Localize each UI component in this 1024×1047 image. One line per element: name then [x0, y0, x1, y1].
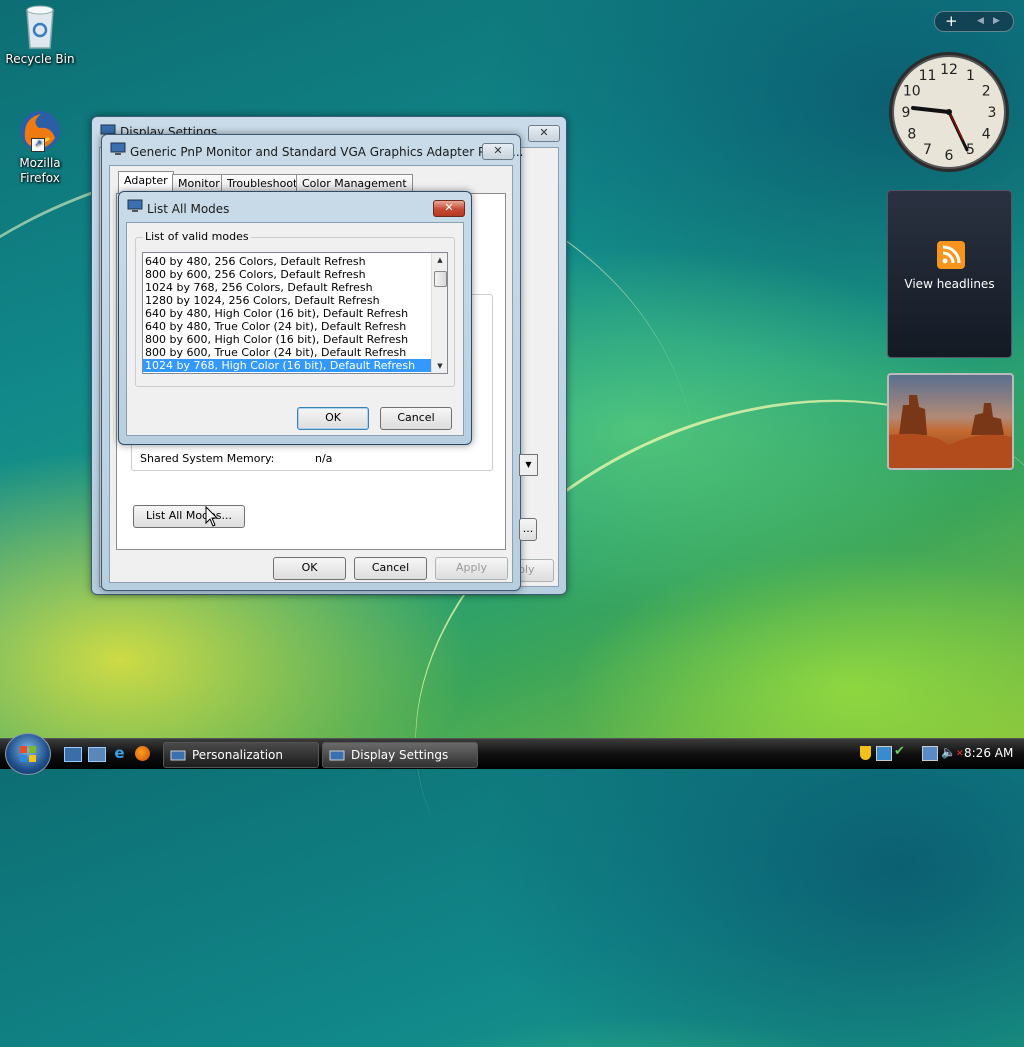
close-button[interactable]: ✕: [482, 143, 514, 160]
clock-number: 7: [923, 142, 932, 158]
ok-button[interactable]: OK: [273, 557, 346, 580]
quick-launch-switch-windows-icon[interactable]: [88, 747, 106, 762]
list-item[interactable]: 1024 by 768, High Color (16 bit), Defaul…: [143, 359, 431, 372]
dialog-client: List of valid modes 640 by 480, 256 Colo…: [126, 222, 464, 436]
personalization-icon: [170, 748, 186, 762]
feed-headlines-gadget[interactable]: View headlines: [887, 190, 1012, 358]
scroll-up-icon[interactable]: ▲: [432, 253, 447, 267]
clock-number: 8: [907, 127, 916, 143]
recycle-bin-icon: [23, 4, 57, 50]
task-label: Personalization: [192, 748, 283, 762]
list-item[interactable]: 800 by 600, High Color (16 bit), Default…: [143, 333, 431, 346]
dialog-title: List All Modes: [147, 202, 230, 216]
task-label: Display Settings: [351, 748, 449, 762]
clock-number: 6: [945, 148, 954, 164]
ok-button[interactable]: OK: [297, 407, 369, 430]
tray-security-icon[interactable]: [860, 746, 871, 760]
list-item[interactable]: 640 by 480, High Color (16 bit), Default…: [143, 307, 431, 320]
quick-launch-firefox-icon[interactable]: [135, 746, 150, 761]
tab-adapter[interactable]: Adapter: [118, 171, 174, 193]
tray-network-icon[interactable]: [876, 746, 892, 761]
shortcut-arrow-icon: ↗: [31, 138, 45, 152]
tray-display-icon[interactable]: [922, 746, 938, 761]
list-item[interactable]: 1024 by 768, 256 Colors, Default Refresh: [143, 281, 431, 294]
quick-launch-show-desktop-icon[interactable]: [64, 747, 82, 762]
previous-icon[interactable]: ◀: [977, 12, 984, 31]
advanced-settings-button[interactable]: ...: [519, 518, 537, 541]
add-gadget-icon[interactable]: +: [945, 12, 958, 30]
next-icon[interactable]: ▶: [993, 12, 1000, 31]
firefox-icon: ↗: [17, 108, 63, 154]
scroll-down-icon[interactable]: ▼: [432, 359, 447, 373]
shared-memory-value: n/a: [315, 452, 333, 465]
apply-button[interactable]: Apply: [435, 557, 508, 580]
task-display-settings[interactable]: Display Settings: [322, 742, 478, 768]
shared-memory-label: Shared System Memory:: [140, 452, 275, 465]
list-item[interactable]: 800 by 600, True Color (24 bit), Default…: [143, 346, 431, 359]
cancel-button[interactable]: Cancel: [380, 407, 452, 430]
modes-list[interactable]: 640 by 480, 256 Colors, Default Refresh 8…: [142, 252, 448, 374]
taskbar: e Personalization Display Settings ✔ 🔈✕ …: [0, 733, 1024, 775]
desktop-icon-label: Recycle Bin: [5, 52, 75, 66]
list-item[interactable]: 640 by 480, True Color (24 bit), Default…: [143, 320, 431, 333]
clock-number: 2: [982, 84, 991, 100]
clock-number: 1: [966, 68, 975, 84]
clock-number: 9: [902, 105, 911, 121]
close-button[interactable]: ✕: [528, 125, 560, 142]
desktop-icon-recycle-bin[interactable]: Recycle Bin: [0, 4, 80, 67]
tray-checkmark-icon[interactable]: ✔: [894, 744, 905, 759]
list-item[interactable]: 800 by 600, 256 Colors, Default Refresh: [143, 268, 431, 281]
clock-face: 12 1234567891011: [889, 52, 1009, 172]
list-item[interactable]: 640 by 480, 256 Colors, Default Refresh: [143, 255, 431, 268]
window-title: Generic PnP Monitor and Standard VGA Gra…: [130, 145, 524, 159]
windows-logo-icon: [20, 746, 36, 762]
close-button[interactable]: ✕: [433, 200, 465, 217]
modes-list-items: 640 by 480, 256 Colors, Default Refresh 8…: [143, 255, 431, 372]
tray-volume-muted-icon[interactable]: 🔈✕: [941, 745, 964, 759]
scrollbar[interactable]: ▲ ▼: [431, 253, 447, 373]
sidebar-controls[interactable]: + ◀ ▶: [934, 11, 1014, 32]
clock-number: 4: [982, 127, 991, 143]
monitor-icon: [110, 142, 126, 156]
clock-number: 11: [919, 68, 937, 84]
tray-clock[interactable]: 8:26 AM: [964, 746, 1013, 760]
task-personalization[interactable]: Personalization: [163, 742, 319, 768]
landscape-image: [889, 395, 1012, 468]
scroll-thumb[interactable]: [434, 271, 447, 287]
quick-launch-ie-icon[interactable]: e: [111, 745, 128, 762]
view-headlines-label[interactable]: View headlines: [888, 277, 1011, 291]
group-label: List of valid modes: [143, 230, 251, 243]
dropdown-arrow-icon[interactable]: ▼: [519, 454, 538, 476]
list-all-modes-button[interactable]: List All Modes...: [133, 505, 245, 528]
cancel-button[interactable]: Cancel: [354, 557, 427, 580]
rss-icon: [937, 241, 965, 269]
clock-number: 12: [940, 62, 958, 78]
clock-number: 3: [988, 105, 997, 121]
clock-number: 10: [903, 84, 921, 100]
slideshow-gadget[interactable]: [887, 373, 1014, 470]
clock-gadget[interactable]: 12 1 2 3 4 5 6 7 8 9 10 11: [887, 50, 1011, 174]
list-all-modes-dialog[interactable]: List All Modes ✕ List of valid modes 640…: [118, 191, 472, 445]
desktop-icon-label: Mozilla Firefox: [19, 156, 61, 185]
start-button[interactable]: [5, 733, 51, 775]
monitor-icon: [127, 199, 143, 213]
desktop-icon-firefox[interactable]: ↗ Mozilla Firefox: [0, 108, 80, 186]
mouse-cursor-icon: [205, 505, 219, 531]
display-settings-icon: [329, 748, 345, 762]
list-item[interactable]: 1280 by 1024, 256 Colors, Default Refres…: [143, 294, 431, 307]
